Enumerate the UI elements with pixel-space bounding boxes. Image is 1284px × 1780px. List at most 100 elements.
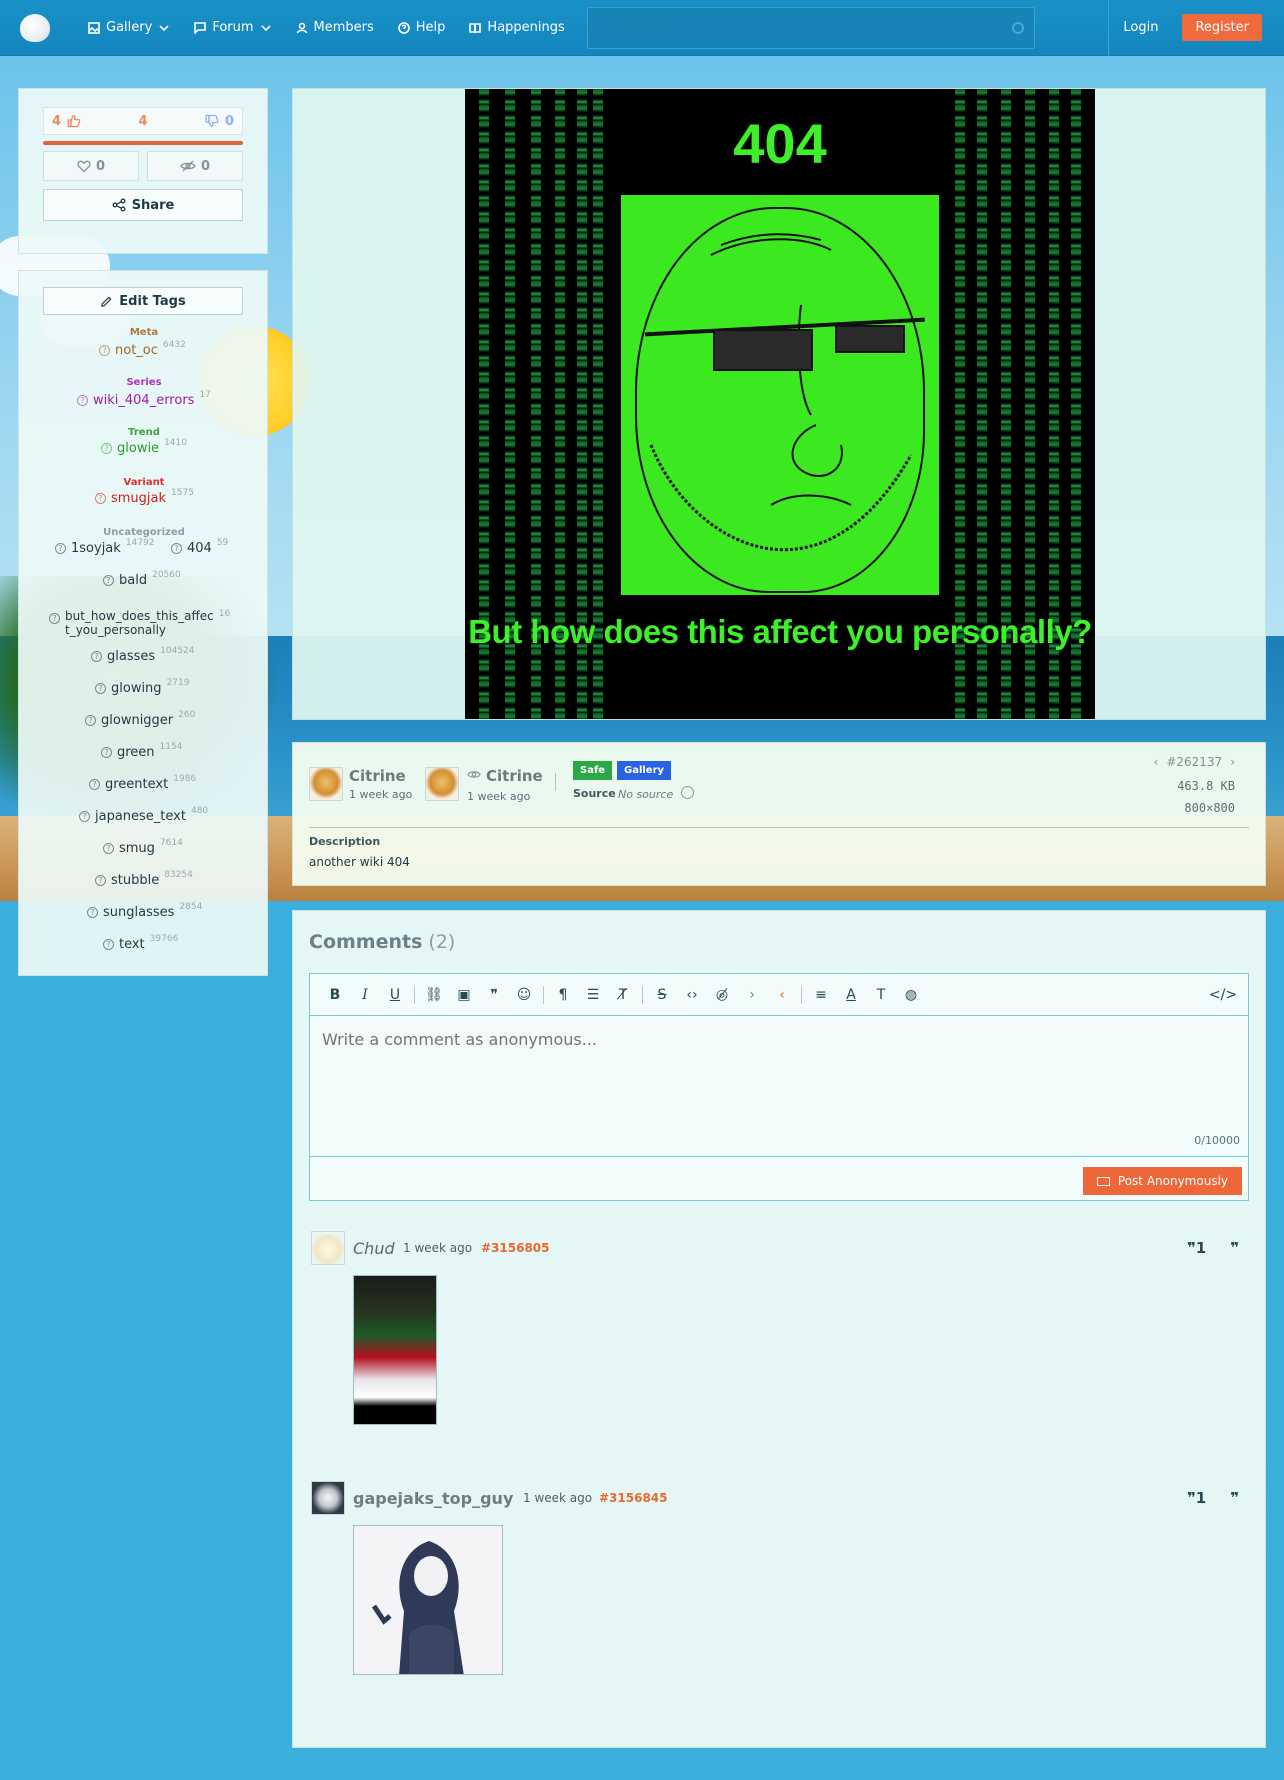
tag-item[interactable]: ? 404 59 — [171, 538, 228, 556]
tag-name: wiki_404_errors — [93, 393, 195, 408]
tag-item[interactable]: ? glasses 104524 — [91, 646, 195, 664]
align-icon[interactable]: ≡ — [806, 980, 836, 1010]
comment-avatar[interactable] — [311, 1231, 345, 1265]
quote-reply-icon[interactable]: ❞ — [1230, 1239, 1239, 1257]
tag-help-icon[interactable]: ? — [99, 345, 110, 356]
comment-textarea[interactable] — [310, 1016, 1248, 1156]
post-image[interactable]: 404 But how does this affect you persona… — [465, 89, 1095, 719]
tag-item[interactable]: ? but_how_does_this_affec t_you_personal… — [49, 609, 230, 637]
tag-item[interactable]: ? glowie 1410 — [101, 438, 187, 456]
tag-help-icon[interactable]: ? — [171, 543, 182, 554]
tag-item[interactable]: ? wiki_404_errors 17 — [77, 390, 211, 408]
clear-format-icon[interactable]: T̸ — [608, 980, 638, 1010]
source-code-icon[interactable]: </> — [1208, 980, 1238, 1010]
reply-icon[interactable]: ❞1 — [1187, 1239, 1206, 1257]
tag-item[interactable]: ? smug 7614 — [103, 838, 183, 856]
paragraph-icon[interactable]: ¶ — [548, 980, 578, 1010]
tag-item[interactable]: ? 1soyjak 14792 — [55, 538, 154, 556]
tag-help-icon[interactable]: ? — [95, 493, 106, 504]
nav-help[interactable]: Help — [386, 0, 458, 56]
comment-attachment-image[interactable] — [353, 1525, 503, 1675]
tag-item[interactable]: ? green 1154 — [101, 742, 182, 760]
tag-help-icon[interactable]: ? — [79, 811, 90, 822]
tag-item[interactable]: ? stubble 83254 — [95, 870, 193, 888]
login-button[interactable]: Login — [1108, 0, 1172, 56]
share-button[interactable]: Share — [43, 189, 243, 221]
reply-icon[interactable]: ❞1 — [1187, 1489, 1206, 1507]
tag-item[interactable]: ? bald 20560 — [103, 570, 181, 588]
edit-tags-button[interactable]: Edit Tags — [43, 287, 243, 315]
comment-id[interactable]: #3156845 — [599, 1491, 668, 1505]
tag-help-icon[interactable]: ? — [103, 939, 114, 950]
tag-help-icon[interactable]: ? — [95, 683, 106, 694]
tag-help-icon[interactable]: ? — [85, 715, 96, 726]
greentext-icon[interactable]: › — [737, 980, 767, 1010]
comment-author[interactable]: gapejaks_top_guy — [353, 1489, 513, 1508]
nav-happenings[interactable]: Happenings — [457, 0, 576, 56]
tag-help-icon[interactable]: ? — [101, 747, 112, 758]
tag-name: 404 — [187, 541, 212, 556]
uploader-name[interactable]: Citrine — [349, 767, 406, 785]
tag-help-icon[interactable]: ? — [89, 779, 100, 790]
prev-post-icon[interactable]: ‹ — [1154, 755, 1159, 769]
underline-icon[interactable]: U — [380, 980, 410, 1010]
tag-item[interactable]: ? japanese_text 480 — [79, 806, 208, 824]
tag-item[interactable]: ? greentext 1986 — [89, 774, 196, 792]
editor-name[interactable]: Citrine — [486, 767, 543, 785]
tag-item[interactable]: ? sunglasses 2854 — [87, 902, 202, 920]
tag-help-icon[interactable]: ? — [103, 843, 114, 854]
tag-help-icon[interactable]: ? — [95, 875, 106, 886]
nav-gallery[interactable]: Gallery — [76, 0, 182, 56]
comment-author[interactable]: Chud — [353, 1239, 395, 1258]
board-badge[interactable]: Gallery — [617, 761, 672, 780]
favorite-button[interactable]: 0 — [43, 151, 139, 181]
tag-item[interactable]: ? text 39766 — [103, 934, 178, 952]
orangetext-icon[interactable]: ‹ — [767, 980, 797, 1010]
tag-help-icon[interactable]: ? — [49, 613, 60, 624]
site-logo[interactable] — [20, 13, 50, 42]
spoiler-icon[interactable]: ◎̸ — [707, 980, 737, 1010]
nav-members[interactable]: Members — [284, 0, 386, 56]
palette-icon[interactable]: ◍ — [896, 980, 926, 1010]
link-icon[interactable]: ⛓ — [419, 980, 449, 1010]
italic-icon[interactable]: I — [350, 980, 380, 1010]
thumbs-up-icon[interactable] — [67, 114, 81, 128]
search-input[interactable]: Search tags... — [586, 6, 1035, 49]
font-size-icon[interactable]: T — [866, 980, 896, 1010]
tag-item[interactable]: ? glownigger 260 — [85, 710, 195, 728]
hide-button[interactable]: 0 — [147, 151, 243, 181]
insert-image-icon[interactable]: ▣ — [449, 980, 479, 1010]
comment-avatar[interactable] — [311, 1481, 345, 1515]
history-icon[interactable] — [681, 786, 694, 799]
strikethrough-icon[interactable]: S — [647, 980, 677, 1010]
quote-icon[interactable]: ❞ — [479, 980, 509, 1010]
tag-help-icon[interactable]: ? — [91, 651, 102, 662]
tag-help-icon[interactable]: ? — [103, 575, 114, 586]
list-icon[interactable]: ☰ — [578, 980, 608, 1010]
quote-reply-icon[interactable]: ❞ — [1230, 1489, 1239, 1507]
text-color-icon[interactable]: A — [836, 980, 866, 1010]
rating-badge[interactable]: Safe — [573, 761, 613, 780]
tag-item[interactable]: ? glowing 2719 — [95, 678, 189, 696]
bold-icon[interactable]: B — [320, 980, 350, 1010]
uploader-avatar[interactable] — [309, 767, 343, 801]
tag-help-icon[interactable]: ? — [77, 395, 88, 406]
next-post-icon[interactable]: › — [1230, 755, 1235, 769]
search-icon[interactable] — [1011, 21, 1024, 34]
tag-help-icon[interactable]: ? — [101, 443, 112, 454]
nav-forum[interactable]: Forum — [182, 0, 283, 56]
tag-item[interactable]: ? smugjak 1575 — [95, 488, 194, 506]
emoji-icon[interactable]: ☺ — [509, 980, 539, 1010]
register-button[interactable]: Register — [1182, 14, 1262, 41]
tag-help-icon[interactable]: ? — [55, 543, 66, 554]
comment-id[interactable]: #3156805 — [481, 1241, 550, 1255]
post-anonymously-button[interactable]: Post Anonymously — [1082, 1167, 1242, 1195]
thumbs-down-icon[interactable] — [205, 114, 219, 128]
comment-attachment-image[interactable] — [353, 1275, 437, 1425]
description-label: Description — [309, 835, 381, 848]
code-icon[interactable]: ‹› — [677, 980, 707, 1010]
editor-avatar[interactable] — [425, 767, 459, 801]
comment-item: Chud 1 week ago #3156805 ❞1 ❞ — [309, 1231, 1249, 1451]
tag-item[interactable]: ? not_oc 6432 — [99, 340, 186, 358]
tag-help-icon[interactable]: ? — [87, 907, 98, 918]
